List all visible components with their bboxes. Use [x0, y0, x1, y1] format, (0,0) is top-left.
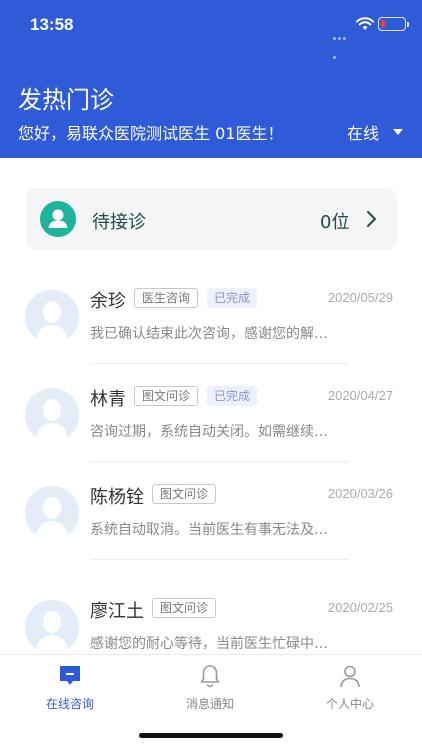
consultation-date: 2020/04/27: [327, 388, 393, 403]
consultation-item[interactable]: 陈杨铨 图文问诊 2020/03/26 系统自动取消。当前医生有事无法及…: [0, 464, 422, 562]
chevron-right-icon: [367, 211, 376, 227]
patient-name: 余珍: [90, 291, 126, 312]
consultation-item[interactable]: 林青 图文问诊 已完成 2020/04/27 咨询过期，系统自动关闭。如需继续…: [0, 366, 422, 464]
consultation-date: 2020/03/26: [327, 486, 393, 501]
consultation-item[interactable]: 余珍 医生咨询 已完成 2020/05/29 我已确认结束此次咨询，感谢您的解…: [0, 268, 422, 366]
tab-label: 个人中心: [325, 697, 374, 711]
consultation-type-tag: 图文问诊: [152, 484, 217, 504]
greeting-text: 您好，易联众医院测试医生 01医生！: [18, 124, 284, 143]
message-preview: 咨询过期，系统自动关闭。如需继续…: [90, 424, 328, 440]
divider: [90, 559, 348, 560]
wifi-icon: [356, 17, 374, 30]
status-badge: 已完成: [207, 386, 258, 406]
online-status-dropdown[interactable]: 在线: [347, 120, 404, 144]
bell-icon: [200, 665, 220, 688]
tab-online-consult[interactable]: 在线咨询: [10, 663, 130, 712]
consultation-date: 2020/02/25: [327, 600, 393, 615]
waiting-count: 0位: [320, 212, 350, 233]
message-preview: 系统自动取消。当前医生有事无法及…: [90, 522, 328, 538]
patient-name: 林青: [90, 389, 126, 410]
consultation-date: 2020/05/29: [327, 290, 393, 305]
status-bar: 13:58: [0, 0, 422, 59]
tab-profile[interactable]: 个人中心: [290, 663, 410, 712]
header: 13:58 发热门诊 您好，易联众医院测试医生 01医生！ 在线: [0, 0, 422, 158]
waiting-label: 待接诊: [92, 212, 146, 233]
patient-name: 廖江土: [90, 601, 144, 622]
signal-icon: [333, 25, 351, 59]
tab-notifications[interactable]: 消息通知: [150, 663, 270, 712]
message-preview: 感谢您的耐心等待，当前医生忙碌中…: [90, 636, 328, 652]
home-indicator[interactable]: [139, 733, 283, 738]
waiting-queue-card[interactable]: 待接诊 0位: [26, 188, 397, 250]
person-icon: [40, 201, 76, 237]
status-badge: 已完成: [207, 288, 258, 308]
page-title: 发热门诊: [18, 86, 114, 114]
avatar-icon: [25, 388, 79, 442]
avatar-icon: [25, 486, 79, 540]
consultation-type-tag: 图文问诊: [134, 386, 199, 406]
avatar-icon: [25, 600, 79, 654]
user-icon: [340, 665, 360, 688]
online-status-label: 在线: [347, 124, 380, 143]
message-preview: 我已确认结束此次咨询，感谢您的解…: [90, 326, 328, 342]
patient-name: 陈杨铨: [90, 487, 144, 508]
status-time: 13:58: [30, 15, 74, 34]
tab-label: 在线咨询: [45, 697, 94, 711]
avatar-icon: [25, 290, 79, 344]
consultation-item[interactable]: 廖江土 图文问诊 2020/02/25 感谢您的耐心等待，当前医生忙碌中…: [0, 578, 422, 654]
main-content: 待接诊 0位 余珍 医生咨询 已完成 2020/05/29 我已确认结束此次咨询…: [0, 158, 422, 654]
caret-down-icon: [393, 129, 404, 135]
divider: [90, 461, 348, 462]
divider: [90, 363, 348, 364]
battery-icon: [378, 17, 409, 31]
chat-bubble-icon: [60, 666, 80, 685]
consultation-type-tag: 图文问诊: [152, 598, 217, 618]
consultation-type-tag: 医生咨询: [134, 288, 199, 308]
tab-label: 消息通知: [185, 697, 234, 711]
